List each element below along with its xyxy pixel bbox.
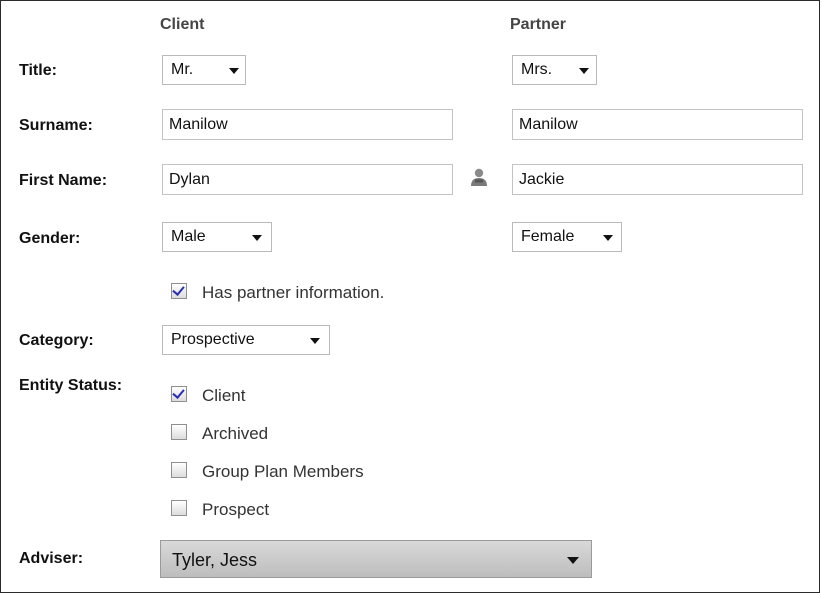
adviser-label: Adviser: <box>19 550 84 567</box>
chevron-down-icon <box>229 68 239 74</box>
entity-status-group-plan-label: Group Plan Members <box>202 462 364 481</box>
partner-first-name-value: Jackie <box>519 171 565 188</box>
client-gender-select[interactable]: Male <box>162 222 272 252</box>
category-value: Prospective <box>171 331 255 348</box>
chevron-down-icon <box>252 235 262 241</box>
partner-first-name-field[interactable]: Jackie <box>512 164 803 195</box>
entity-status-group-plan-checkbox[interactable] <box>171 462 187 478</box>
client-title-value: Mr. <box>171 61 194 78</box>
chevron-down-icon <box>579 68 589 74</box>
chevron-down-icon <box>310 338 320 344</box>
partner-gender-select[interactable]: Female <box>512 222 622 252</box>
entity-status-client-row[interactable]: Client <box>171 386 471 408</box>
entity-status-prospect-checkbox[interactable] <box>171 500 187 516</box>
client-gender-value: Male <box>171 228 206 245</box>
client-surname-field[interactable]: Manilow <box>162 109 453 140</box>
client-details-form: Client Partner Title: Mr. Mrs. Surname: … <box>0 0 820 593</box>
checkmark-icon <box>172 386 185 399</box>
entity-status-archived-label: Archived <box>202 424 269 443</box>
client-title-select[interactable]: Mr. <box>162 55 246 85</box>
person-icon[interactable] <box>469 167 489 187</box>
entity-status-client-checkbox[interactable] <box>171 386 187 402</box>
chevron-down-icon <box>603 235 613 241</box>
surname-label: Surname: <box>19 117 93 134</box>
entity-status-archived-row[interactable]: Archived <box>171 424 471 446</box>
entity-status-prospect-label: Prospect <box>202 500 270 519</box>
entity-status-client-label: Client <box>202 386 246 405</box>
partner-surname-field[interactable]: Manilow <box>512 109 803 140</box>
has-partner-checkbox-row[interactable]: Has partner information. <box>171 283 471 305</box>
entity-status-label: Entity Status: <box>19 377 123 394</box>
title-label: Title: <box>19 62 57 79</box>
partner-surname-value: Manilow <box>519 116 578 133</box>
client-surname-value: Manilow <box>169 116 228 133</box>
chevron-down-icon <box>567 557 579 564</box>
adviser-value: Tyler, Jess <box>172 550 258 570</box>
category-label: Category: <box>19 332 94 349</box>
first-name-label: First Name: <box>19 172 108 189</box>
entity-status-prospect-row[interactable]: Prospect <box>171 500 471 522</box>
partner-gender-value: Female <box>521 228 575 245</box>
partner-column-header: Partner <box>510 16 567 33</box>
has-partner-checkbox[interactable] <box>171 283 187 299</box>
client-column-header: Client <box>160 16 205 33</box>
entity-status-group-plan-row[interactable]: Group Plan Members <box>171 462 471 484</box>
category-select[interactable]: Prospective <box>162 325 330 355</box>
entity-status-archived-checkbox[interactable] <box>171 424 187 440</box>
client-first-name-value: Dylan <box>169 171 210 188</box>
client-first-name-field[interactable]: Dylan <box>162 164 453 195</box>
adviser-select[interactable]: Tyler, Jess <box>160 540 592 578</box>
partner-title-select[interactable]: Mrs. <box>512 55 597 85</box>
has-partner-label: Has partner information. <box>202 283 385 302</box>
partner-title-value: Mrs. <box>521 61 553 78</box>
checkmark-icon <box>172 283 185 296</box>
gender-label: Gender: <box>19 230 81 247</box>
